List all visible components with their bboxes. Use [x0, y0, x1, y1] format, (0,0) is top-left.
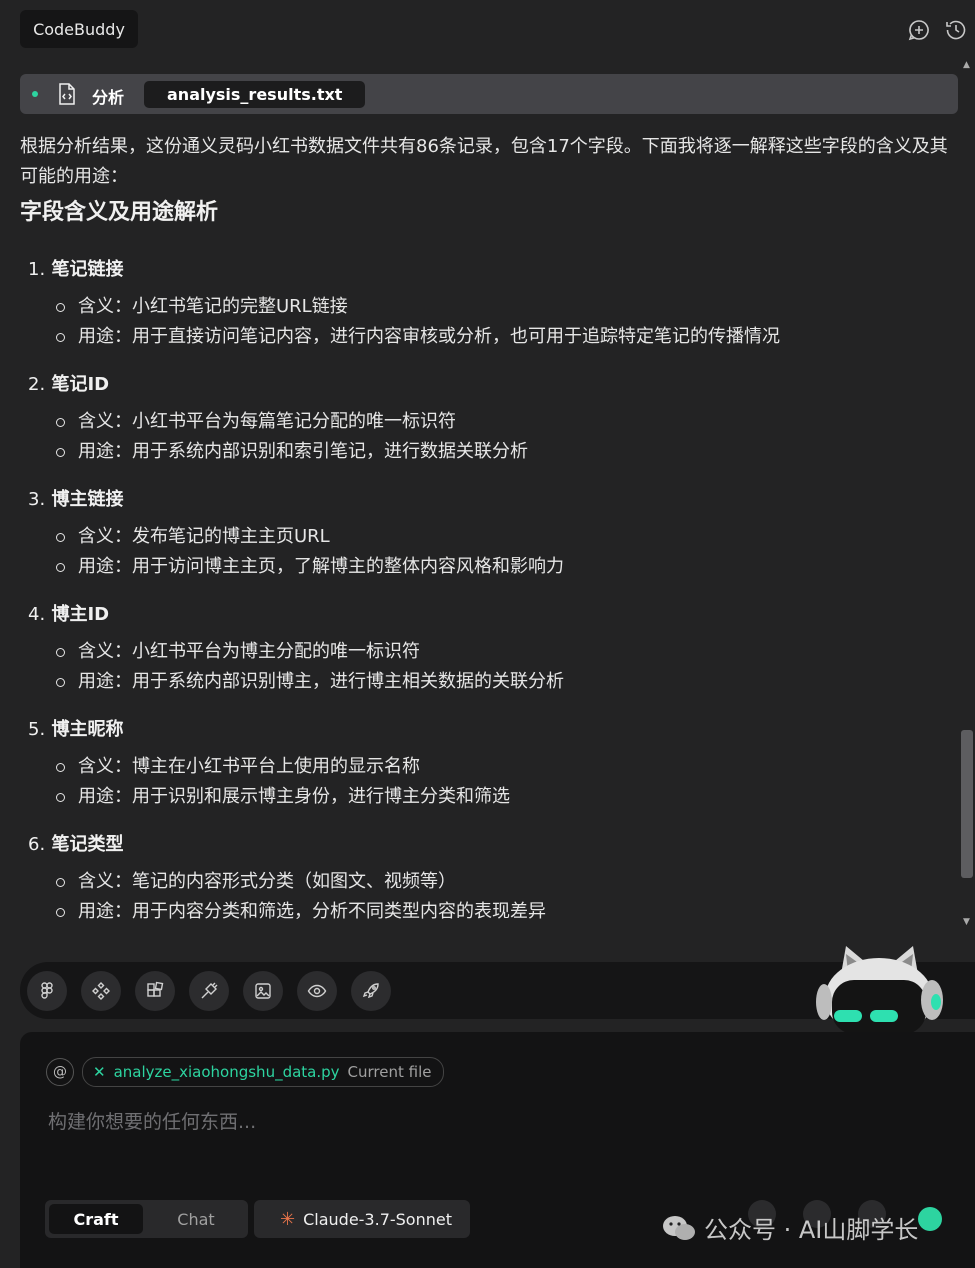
model-name: Claude-3.7-Sonnet: [303, 1209, 452, 1229]
figma-icon[interactable]: [27, 971, 67, 1011]
field-number: 1.: [28, 259, 46, 280]
field-item: 3. 博主链接 含义：发布笔记的博主主页URL 用途：用于访问博主主页，了解博主…: [28, 486, 928, 582]
result-file-chip[interactable]: analysis_results.txt: [144, 81, 366, 108]
image-icon[interactable]: [243, 971, 283, 1011]
field-number: 2.: [28, 374, 46, 395]
model-star-icon: ✳: [280, 1208, 296, 1230]
field-usage: 用途：用于直接访问笔记内容，进行内容审核或分析，也可用于追踪特定笔记的传播情况: [28, 322, 928, 352]
scroll-up-icon[interactable]: ▲: [963, 60, 970, 70]
field-usage: 用途：用于识别和展示博主身份，进行博主分类和筛选: [28, 782, 928, 812]
history-icon[interactable]: [944, 18, 968, 42]
watermark-text: 公众号 · AI山脚学长: [704, 1216, 919, 1244]
field-meaning: 含义：笔记的内容形式分类（如图文、视频等）: [28, 867, 928, 897]
field-name: 博主链接: [51, 489, 124, 510]
field-usage: 用途：用于访问博主主页，了解博主的整体内容风格和影响力: [28, 552, 928, 582]
scroll-down-icon[interactable]: ▼: [963, 917, 970, 927]
chip-suffix: Current file: [347, 1063, 432, 1081]
field-meaning: 含义：发布笔记的博主主页URL: [28, 522, 928, 552]
wechat-logo-icon: [663, 1215, 695, 1240]
field-name: 博主ID: [51, 604, 110, 625]
model-selector[interactable]: ✳ Claude-3.7-Sonnet: [254, 1200, 470, 1238]
scroll-thumb[interactable]: [961, 730, 973, 878]
mode-switch: Craft Chat: [45, 1200, 248, 1238]
mascot-robot-icon: [812, 940, 947, 1038]
field-name: 笔记类型: [51, 834, 124, 855]
prompt-input[interactable]: 构建你想要的任何东西...: [48, 1107, 256, 1134]
field-usage: 用途：用于内容分类和筛选，分析不同类型内容的表现差异: [28, 897, 928, 927]
field-meaning: 含义：小红书笔记的完整URL链接: [28, 292, 928, 322]
watermark: 公众号 · AI山脚学长: [662, 1210, 918, 1245]
code-file-icon: [57, 83, 77, 105]
field-usage: 用途：用于系统内部识别博主，进行博主相关数据的关联分析: [28, 667, 928, 697]
new-chat-icon[interactable]: [907, 18, 931, 42]
field-usage: 用途：用于系统内部识别和索引笔记，进行数据关联分析: [28, 437, 928, 467]
field-name: 博主昵称: [51, 719, 124, 740]
field-name: 笔记链接: [51, 259, 124, 280]
blocks-icon[interactable]: [135, 971, 175, 1011]
field-number: 6.: [28, 834, 46, 855]
eye-icon[interactable]: [297, 971, 337, 1011]
rocket-icon[interactable]: [351, 971, 391, 1011]
field-item: 6. 笔记类型 含义：笔记的内容形式分类（如图文、视频等） 用途：用于内容分类和…: [28, 831, 928, 927]
chip-filename: analyze_xiaohongshu_data.py: [113, 1063, 340, 1081]
field-number: 3.: [28, 489, 46, 510]
mention-button[interactable]: @: [46, 1058, 74, 1086]
field-item: 2. 笔记ID 含义：小红书平台为每篇笔记分配的唯一标识符 用途：用于系统内部识…: [28, 371, 928, 467]
send-button[interactable]: [918, 1207, 942, 1231]
current-file-chip[interactable]: ✕ analyze_xiaohongshu_data.py Current fi…: [82, 1057, 445, 1087]
field-number: 4.: [28, 604, 46, 625]
components-icon[interactable]: [81, 971, 121, 1011]
file-context-bar: 分析 analysis_results.txt: [20, 74, 958, 114]
response-content: 根据分析结果，这份通义灵码小红书数据文件共有86条记录，包含17个字段。下面我将…: [20, 132, 960, 228]
intro-paragraph: 根据分析结果，这份通义灵码小红书数据文件共有86条记录，包含17个字段。下面我将…: [20, 136, 948, 187]
field-item: 4. 博主ID 含义：小红书平台为博主分配的唯一标识符 用途：用于系统内部识别博…: [28, 601, 928, 697]
mode-craft-tab[interactable]: Craft: [49, 1204, 143, 1234]
analysis-label: 分析: [92, 88, 125, 107]
field-list: 1. 笔记链接 含义：小红书笔记的完整URL链接 用途：用于直接访问笔记内容，进…: [28, 256, 928, 946]
plug-icon[interactable]: [189, 971, 229, 1011]
field-meaning: 含义：小红书平台为博主分配的唯一标识符: [28, 637, 928, 667]
field-meaning: 含义：博主在小红书平台上使用的显示名称: [28, 752, 928, 782]
field-meaning: 含义：小红书平台为每篇笔记分配的唯一标识符: [28, 407, 928, 437]
status-dot: [32, 91, 38, 97]
mode-chat-tab[interactable]: Chat: [149, 1204, 243, 1234]
field-number: 5.: [28, 719, 46, 740]
field-item: 5. 博主昵称 含义：博主在小红书平台上使用的显示名称 用途：用于识别和展示博主…: [28, 716, 928, 812]
field-item: 1. 笔记链接 含义：小红书笔记的完整URL链接 用途：用于直接访问笔记内容，进…: [28, 256, 928, 352]
remove-file-icon[interactable]: ✕: [93, 1063, 106, 1081]
field-name: 笔记ID: [51, 374, 110, 395]
top-bar: CodeBuddy: [0, 0, 975, 60]
app-title-tab[interactable]: CodeBuddy: [20, 10, 138, 48]
section-heading: 字段含义及用途解析: [20, 200, 219, 225]
